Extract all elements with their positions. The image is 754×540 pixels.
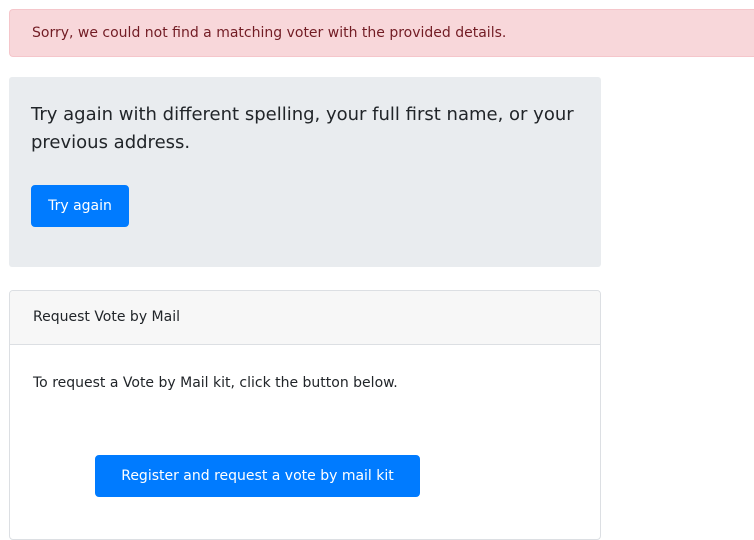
retry-instructions: Try again with different spelling, your … (31, 104, 574, 153)
error-alert-message: Sorry, we could not find a matching vote… (32, 25, 507, 41)
try-again-button[interactable]: Try again (31, 185, 129, 227)
vote-by-mail-card: Request Vote by Mail To request a Vote b… (9, 290, 601, 540)
card-title: Request Vote by Mail (33, 309, 180, 325)
register-request-vote-by-mail-button[interactable]: Register and request a vote by mail kit (95, 455, 420, 497)
card-header: Request Vote by Mail (10, 291, 600, 345)
error-alert: Sorry, we could not find a matching vote… (9, 9, 754, 57)
retry-panel: Try again with different spelling, your … (9, 77, 601, 267)
card-instructions: To request a Vote by Mail kit, click the… (33, 375, 398, 391)
